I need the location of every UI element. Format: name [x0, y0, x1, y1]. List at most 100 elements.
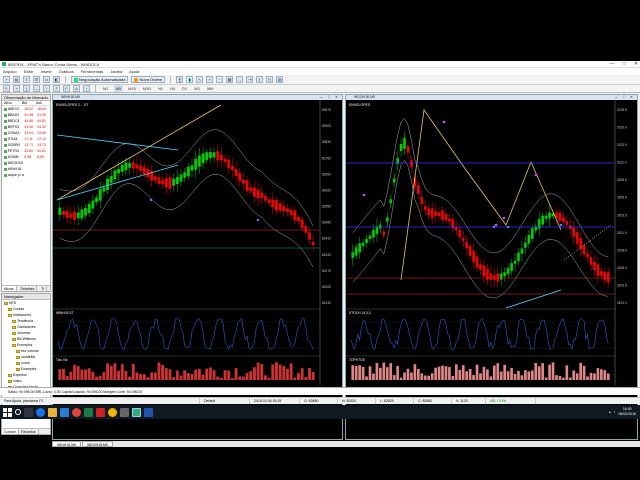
menu-exibir[interactable]: Exibir	[24, 69, 34, 74]
excel-icon[interactable]	[84, 407, 93, 417]
chart-tab-right[interactable]: WDOH18,M5	[82, 441, 113, 447]
candle	[524, 242, 527, 248]
bar-chart-icon[interactable]: ╫	[176, 76, 184, 83]
app-icon-red[interactable]	[96, 407, 105, 417]
volume-bar	[368, 366, 372, 380]
new-chart-icon[interactable]: +	[3, 76, 10, 83]
arrows-icon[interactable]: ↕	[83, 85, 90, 92]
envelope-middle	[59, 152, 314, 241]
tile-windows-icon[interactable]: ▦	[226, 76, 234, 83]
zoom-out-icon[interactable]: −	[216, 76, 224, 83]
templates-icon[interactable]: ▧	[276, 76, 284, 83]
menu-inserir[interactable]: Inserir	[41, 69, 52, 74]
tf-h4[interactable]: H4	[168, 85, 177, 92]
volume-bar	[87, 368, 91, 380]
tab-ticks[interactable]: Ti	[39, 286, 48, 291]
tf-m15[interactable]: M15	[126, 85, 138, 92]
trendline-icon[interactable]: /	[43, 85, 50, 92]
chrome-icon-2[interactable]	[108, 407, 117, 417]
search-icon[interactable]	[15, 409, 21, 415]
folder-icon	[12, 343, 16, 347]
symbol-name: clique p/ add	[7, 173, 25, 177]
task-view-icon[interactable]	[24, 407, 33, 417]
tab-comum[interactable]: Comum	[2, 429, 20, 434]
candle	[117, 168, 121, 174]
terminal-icon[interactable]: ▭	[43, 76, 50, 83]
candle	[499, 273, 503, 280]
volume-bar	[186, 373, 190, 380]
market-watch-row[interactable]: clique p/ add	[2, 172, 50, 178]
candle	[593, 261, 596, 271]
volume-bar	[223, 370, 227, 380]
candle	[102, 187, 106, 192]
line-chart-icon[interactable]: ∿	[196, 76, 204, 83]
zoom-in-icon[interactable]: +	[206, 76, 214, 83]
volume-bar	[194, 369, 198, 380]
autoscroll-icon[interactable]: →	[236, 76, 244, 83]
menu-graficos[interactable]: Gráficos	[59, 69, 74, 74]
menu-ferramentas[interactable]: Ferramentas	[81, 69, 104, 74]
volume-bar	[558, 376, 562, 380]
cursor-icon[interactable]: ↖	[3, 85, 10, 92]
profiles-icon[interactable]: ▤	[13, 76, 20, 83]
tf-w1[interactable]: W1	[192, 85, 202, 92]
store-icon[interactable]	[60, 407, 69, 417]
app-icon-blue[interactable]	[144, 407, 153, 417]
candle	[461, 237, 465, 241]
app-icon-gray[interactable]	[120, 407, 129, 417]
menu-ajuda[interactable]: Ajuda	[129, 69, 139, 74]
chart-tab-left[interactable]: WINH18,M5	[52, 441, 82, 447]
price-tick-label: 82970	[322, 108, 331, 112]
volume-bar	[420, 373, 424, 380]
candle	[479, 264, 482, 270]
candle	[527, 234, 531, 244]
candle	[113, 170, 117, 180]
start-icon[interactable]	[3, 407, 12, 417]
chrome-icon[interactable]	[72, 407, 81, 417]
periods-icon[interactable]: ◷	[266, 76, 274, 83]
volume-icon[interactable]: ♪	[614, 410, 616, 414]
edge-icon[interactable]	[36, 407, 45, 417]
menu-janela[interactable]: Janela	[110, 69, 122, 74]
indicators-icon[interactable]: ƒ	[256, 76, 264, 83]
tf-m1[interactable]: M1	[101, 85, 111, 92]
volume-bar	[95, 376, 98, 380]
tf-m5[interactable]: M5	[113, 85, 124, 92]
tf-d1[interactable]: D1	[180, 85, 189, 92]
tab-favoritos[interactable]: Favoritos	[19, 429, 39, 434]
network-icon[interactable]: ▴	[609, 410, 611, 414]
clock[interactable]: 16:00 06/02/2018	[618, 407, 636, 417]
volume-bar	[146, 377, 150, 380]
tf-m30[interactable]: M30	[141, 85, 153, 92]
vertical-line-icon[interactable]: |	[23, 85, 30, 92]
tab-detalhes[interactable]: Detalhes	[19, 286, 38, 291]
channel-icon[interactable]: ⫽	[53, 85, 60, 92]
bid-price	[24, 172, 37, 178]
metatrader-task-icon[interactable]	[132, 407, 141, 417]
algo-trading-button[interactable]: Negociação Automatizada	[71, 76, 129, 83]
text-icon[interactable]: A	[73, 85, 80, 92]
maximize-button[interactable]: □	[623, 61, 626, 68]
close-button[interactable]: ✕	[634, 61, 638, 68]
price-tick-label: 3216.0	[617, 126, 627, 130]
candle	[76, 212, 80, 219]
crosshair-icon[interactable]: +	[13, 85, 20, 92]
tf-h1[interactable]: H1	[156, 85, 165, 92]
status-bar: Para Ajuda, pressione F1 Default 2018.02…	[0, 397, 640, 404]
fibonacci-icon[interactable]: F	[63, 85, 70, 92]
menu-arquivo[interactable]: Arquivo	[3, 69, 17, 74]
status-datetime: 2018.02.06 15:25	[250, 398, 300, 404]
navigator-icon[interactable]: ☰	[33, 76, 40, 83]
strategy-tester-icon[interactable]: ◧	[53, 76, 60, 83]
market-watch-icon[interactable]: ≡	[23, 76, 30, 83]
new-order-button[interactable]: Nova Ordem	[131, 76, 166, 83]
oscillator-line	[350, 318, 609, 351]
volume-bar	[413, 364, 417, 380]
chart-shift-icon[interactable]: ⇥	[246, 76, 254, 83]
horizontal-line-icon[interactable]: —	[33, 85, 40, 92]
candle-chart-icon[interactable]: ▮	[186, 76, 194, 83]
file-explorer-icon[interactable]	[48, 407, 57, 417]
minimize-button[interactable]: —	[610, 61, 615, 68]
tab-ativos[interactable]: Ativos	[2, 286, 17, 291]
tf-mn[interactable]: MN	[205, 85, 215, 92]
